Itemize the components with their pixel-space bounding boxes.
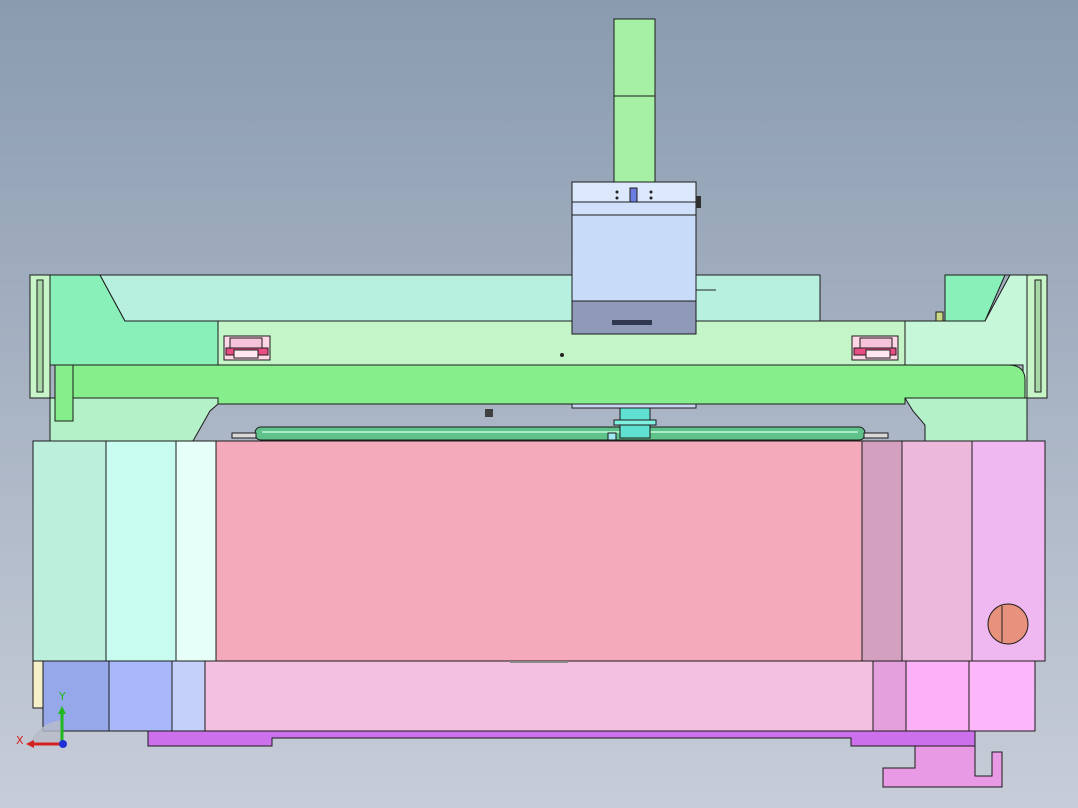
- roller-tube[interactable]: [254, 426, 866, 441]
- x-axis-label: X: [16, 734, 24, 747]
- machine-base[interactable]: [32, 660, 1036, 732]
- bed-left-panel-2[interactable]: [105, 440, 177, 662]
- machine-bed[interactable]: [32, 440, 1046, 662]
- spindle-side-latch: [696, 196, 701, 208]
- column-lower[interactable]: [613, 95, 656, 183]
- spindle-screw-3: [615, 196, 619, 200]
- tool-head-ring: [613, 419, 657, 426]
- clamp-left-window: [233, 349, 259, 359]
- clamp-block-right[interactable]: [851, 335, 899, 361]
- spindle-base[interactable]: [571, 300, 697, 335]
- bed-center-panel[interactable]: [215, 440, 863, 662]
- spindle-collar[interactable]: [571, 201, 697, 216]
- right-frame-bolt: [935, 311, 944, 322]
- roller-end-right: [863, 432, 889, 439]
- bed-right-panel-2[interactable]: [901, 440, 973, 662]
- base-left-block-1[interactable]: [42, 660, 110, 732]
- base-right-block-3[interactable]: [968, 660, 1036, 732]
- base-right-block-1[interactable]: [872, 660, 907, 732]
- z-axis-dot: [59, 740, 67, 748]
- crossbeam-left-cap[interactable]: [54, 364, 74, 422]
- spindle-key: [629, 187, 638, 203]
- gantry-beam-hole: [560, 353, 564, 357]
- y-axis-label: Y: [58, 690, 66, 703]
- spindle-housing[interactable]: [571, 181, 716, 335]
- tool-tip: [607, 432, 617, 441]
- spindle-screw-4: [649, 196, 653, 200]
- handwheel[interactable]: [987, 603, 1029, 645]
- cad-viewport[interactable]: X Y: [0, 0, 1078, 808]
- roller-end-left: [231, 432, 257, 439]
- gantry-upper-plate[interactable]: [99, 274, 821, 322]
- vertical-column[interactable]: [613, 18, 656, 183]
- spindle-lower-plate: [571, 403, 697, 409]
- clamp-left-top: [229, 337, 263, 349]
- left-end-slot: [36, 279, 44, 393]
- crossbeam[interactable]: [54, 364, 1026, 405]
- spindle-body[interactable]: [571, 214, 697, 302]
- clamp-right-top: [859, 337, 893, 349]
- spindle-screw-1: [615, 190, 619, 194]
- crossbeam-sensor: [485, 409, 493, 417]
- spindle-vent: [612, 320, 652, 325]
- column-upper[interactable]: [613, 18, 656, 97]
- spindle-screw-2: [649, 190, 653, 194]
- bed-right-panel-1[interactable]: [861, 440, 903, 662]
- base-left-block-2[interactable]: [108, 660, 173, 732]
- base-right-block-2[interactable]: [905, 660, 970, 732]
- base-center-block[interactable]: [204, 660, 874, 732]
- base-left-spacer: [32, 660, 44, 709]
- left-frame-lower[interactable]: [49, 397, 219, 442]
- bed-left-panel-1[interactable]: [32, 440, 107, 662]
- clamp-block-left[interactable]: [223, 335, 271, 361]
- gantry-beam[interactable]: [217, 320, 906, 366]
- base-left-block-3[interactable]: [171, 660, 206, 732]
- clamp-right-window: [865, 349, 891, 359]
- bed-left-panel-3[interactable]: [175, 440, 217, 662]
- cad-model-view[interactable]: X Y: [0, 0, 1078, 808]
- right-end-slot: [1034, 279, 1042, 393]
